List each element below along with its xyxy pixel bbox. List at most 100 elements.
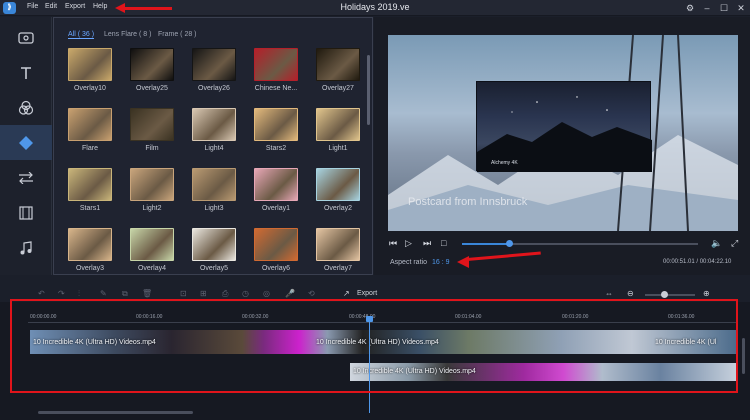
overlay-thumbnail (316, 108, 360, 141)
music-icon[interactable] (0, 230, 52, 265)
timeline-horizontal-scrollbar[interactable] (38, 411, 193, 414)
overlay-item-label: Overlay4 (137, 265, 166, 272)
split-icon[interactable]: ⫶ (78, 289, 80, 299)
close-icon[interactable]: ✕ (734, 2, 748, 14)
overlay-item[interactable]: Light3 (182, 168, 246, 218)
tab-frame[interactable]: Frame ( 28 ) (158, 31, 197, 38)
volume-adjust-icon[interactable]: ◎ (263, 289, 270, 298)
overlay-thumbnail (254, 168, 298, 201)
overlay-label: Alchemy 4K (491, 160, 518, 166)
export-icon[interactable]: ↗ (343, 289, 350, 298)
annotation-arrow-menu (124, 7, 172, 10)
overlay-item[interactable]: Overlay2 (306, 168, 370, 218)
overlay-item[interactable]: Overlay3 (58, 228, 122, 278)
overlay-item[interactable]: Overlay1 (244, 168, 308, 218)
overlay-item[interactable]: Stars2 (244, 108, 308, 158)
filters-icon[interactable] (0, 90, 52, 125)
stop-icon[interactable]: □ (441, 238, 446, 248)
overlay-item-label: Chinese Ne... (254, 85, 298, 92)
overlays-icon[interactable] (0, 125, 52, 160)
overlay-item-label: Overlay25 (136, 85, 168, 92)
annotation-arrowhead-aspect (457, 256, 469, 268)
overlay-item[interactable]: Overlay26 (182, 48, 246, 98)
overlay-thumbnail (68, 48, 112, 81)
fit-timeline-icon[interactable]: ⇔ (605, 289, 613, 298)
overlay-item[interactable]: Overlay4 (120, 228, 184, 278)
minimize-icon[interactable]: – (700, 2, 714, 14)
overlay-item-label: Light3 (204, 205, 224, 212)
video-caption: Postcard from Innsbruck (408, 196, 528, 208)
overlay-thumbnail (130, 228, 174, 261)
overlay-image (476, 81, 652, 172)
overlay-thumbnail (130, 48, 174, 81)
overlay-item-label: Light2 (142, 205, 162, 212)
overlay-item[interactable]: Light4 (182, 108, 246, 158)
overlay-item[interactable]: Light1 (306, 108, 370, 158)
overlay-thumbnail (316, 228, 360, 261)
settings-icon[interactable]: ⚙ (683, 2, 697, 14)
zoom-out-icon[interactable]: ⊖ (627, 289, 634, 298)
next-frame-icon[interactable]: ⏭ (423, 238, 431, 249)
overlay-item[interactable]: Chinese Ne... (244, 48, 308, 98)
timeline-zoom-slider[interactable] (645, 294, 695, 296)
overlay-thumbnail (192, 48, 236, 81)
overlay-item-label: Overlay6 (261, 265, 290, 272)
crop-icon[interactable]: ✎ (100, 289, 107, 298)
speed-icon[interactable]: ◷ (242, 289, 249, 298)
text-icon[interactable] (0, 55, 52, 90)
library-scrollbar[interactable] (367, 55, 370, 125)
zoom-clip-icon[interactable]: ⊞ (200, 289, 207, 298)
overlay-item-label: Flare (82, 145, 98, 152)
delete-icon[interactable]: 🗑 (142, 289, 152, 298)
maximize-icon[interactable]: ☐ (717, 2, 731, 14)
microphone-icon[interactable]: 🎤 (285, 289, 295, 298)
overlay-item-label: Stars1 (79, 205, 101, 212)
overlay-thumbnail (192, 108, 236, 141)
overlay-item-label: Overlay2 (323, 205, 352, 212)
overlay-thumbnail (192, 168, 236, 201)
overlay-item-label: Film (145, 145, 159, 152)
freeze-icon[interactable]: ⊡ (180, 289, 187, 298)
overlay-item[interactable]: Overlay10 (58, 48, 122, 98)
copy-icon[interactable]: ⧉ (122, 289, 128, 299)
volume-icon[interactable]: 🔈 (711, 238, 722, 249)
tab-lens-flare[interactable]: Lens Flare ( 8 ) (104, 31, 151, 38)
tab-all[interactable]: All ( 36 ) (68, 31, 95, 39)
overlay-item-label: Overlay7 (323, 265, 352, 272)
snapshot-icon[interactable]: ⎙ (222, 289, 228, 299)
overlay-thumbnail (316, 168, 360, 201)
timecode: 00:00:51.01 / 00:04:22.10 (663, 259, 732, 265)
overlay-item-label: Light4 (204, 145, 224, 152)
overlay-item[interactable]: Overlay5 (182, 228, 246, 278)
media-icon[interactable] (0, 20, 52, 55)
overlay-item-label: Overlay3 (75, 265, 104, 272)
overlay-item[interactable]: Stars1 (58, 168, 122, 218)
fullscreen-icon[interactable]: ⤢ (731, 238, 738, 249)
overlay-item-label: Overlay27 (322, 85, 354, 92)
overlay-item[interactable]: Overlay6 (244, 228, 308, 278)
zoom-in-icon[interactable]: ⊕ (703, 289, 710, 298)
overlay-item[interactable]: Flare (58, 108, 122, 158)
overlay-item[interactable]: Overlay27 (306, 48, 370, 98)
timeline-vertical-scrollbar[interactable] (742, 338, 745, 374)
export-button[interactable]: Export (357, 290, 377, 297)
overlay-item[interactable]: Overlay25 (120, 48, 184, 98)
transitions-icon[interactable] (0, 160, 52, 195)
overlay-item[interactable]: Overlay7 (306, 228, 370, 278)
overlay-item-label: Light1 (328, 145, 348, 152)
voiceover-icon[interactable]: ⟲ (308, 289, 315, 298)
overlay-item-label: Overlay5 (199, 265, 228, 272)
film-icon[interactable] (0, 195, 52, 230)
overlay-thumbnail (254, 108, 298, 141)
overlay-thumbnail (192, 228, 236, 261)
overlay-item[interactable]: Light2 (120, 168, 184, 218)
timeline-zoom-knob[interactable] (661, 291, 668, 298)
aspect-ratio-value[interactable]: 16 : 9 (432, 259, 450, 266)
play-icon[interactable]: ▷ (405, 238, 412, 249)
prev-frame-icon[interactable]: ⏮ (389, 238, 397, 249)
undo-icon[interactable]: ↶ (38, 289, 45, 298)
window-title: Holidays 2019.ve (340, 2, 410, 12)
overlay-thumbnail (68, 168, 112, 201)
redo-icon[interactable]: ↷ (58, 289, 65, 298)
overlay-item[interactable]: Film (120, 108, 184, 158)
